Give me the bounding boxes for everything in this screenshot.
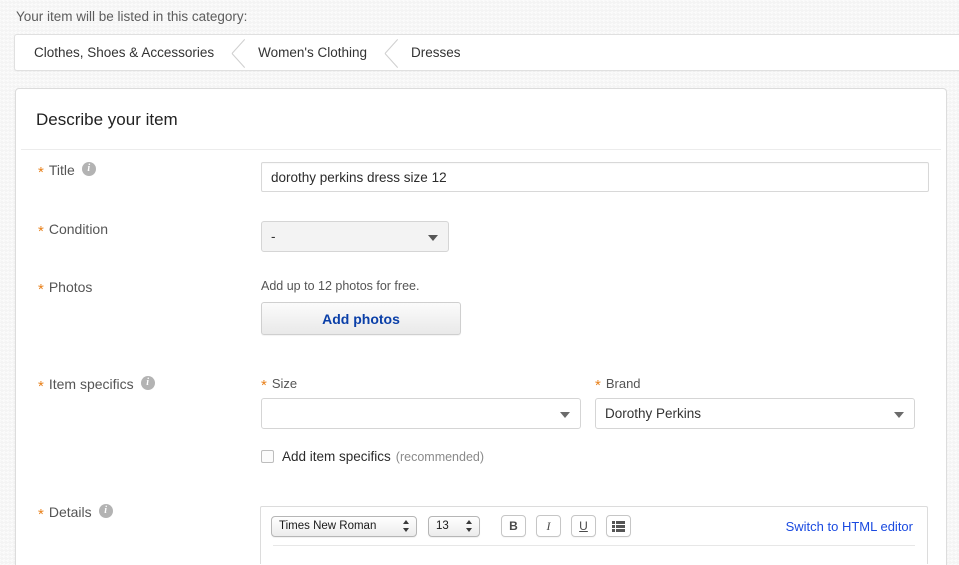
breadcrumb-label: Dresses <box>410 45 461 60</box>
font-size-value: 13 <box>436 520 449 532</box>
chevron-right-icon <box>381 35 411 70</box>
condition-selected-value: - <box>271 229 276 244</box>
chevron-down-icon <box>560 411 570 418</box>
size-field: * Size <box>261 376 581 429</box>
size-label: * Size <box>261 376 298 394</box>
brand-label-text: Brand <box>605 376 641 391</box>
font-family-select[interactable]: Times New Roman <box>271 515 417 537</box>
brand-field: * Brand Dorothy Perkins <box>595 376 915 429</box>
item-specifics-label: * Item specifics i <box>38 376 155 395</box>
title-input[interactable] <box>261 162 929 192</box>
condition-label: * Condition <box>38 221 108 240</box>
editor-toolbar: Times New Roman 13 B I U Switch to HTML … <box>261 507 927 545</box>
category-note: Your item will be listed in this categor… <box>16 9 248 24</box>
bulleted-list-button[interactable] <box>606 515 631 537</box>
field-row-photos: * Photos Add up to 12 photos for free. A… <box>16 279 946 335</box>
brand-label: * Brand <box>595 376 641 394</box>
chevron-down-icon <box>894 411 904 418</box>
details-label-col: * Details i <box>16 504 261 523</box>
bulleted-list-icon <box>612 520 625 532</box>
item-specifics-label-text: Item specifics <box>48 376 134 392</box>
add-photos-button[interactable]: Add photos <box>261 302 461 335</box>
field-row-title: * Title i <box>16 162 946 192</box>
title-label: * Title i <box>38 162 96 181</box>
breadcrumb: Clothes, Shoes & Accessories Women's Clo… <box>14 34 959 71</box>
breadcrumb-item-0[interactable]: Clothes, Shoes & Accessories <box>15 35 228 70</box>
title-input-col <box>261 162 929 192</box>
required-asterisk: * <box>38 377 44 395</box>
condition-label-col: * Condition <box>16 221 261 252</box>
condition-select[interactable]: - <box>261 221 449 252</box>
brand-selected-value: Dorothy Perkins <box>605 406 702 421</box>
switch-to-html-editor-link[interactable]: Switch to HTML editor <box>786 519 913 534</box>
title-label-text: Title <box>48 162 75 178</box>
breadcrumb-item-1[interactable]: Women's Clothing <box>258 35 381 70</box>
photos-label: * Photos <box>38 279 93 298</box>
stepper-arrows-icon <box>403 519 410 533</box>
stepper-arrows-icon <box>466 519 473 533</box>
bold-button[interactable]: B <box>501 515 526 537</box>
breadcrumb-label: Women's Clothing <box>258 45 367 60</box>
font-family-value: Times New Roman <box>279 520 377 532</box>
title-divider <box>21 149 941 150</box>
underline-button[interactable]: U <box>571 515 596 537</box>
chevron-down-icon <box>428 234 438 241</box>
photos-label-col: * Photos <box>16 279 261 335</box>
condition-label-text: Condition <box>48 221 108 237</box>
size-label-text: Size <box>271 376 298 391</box>
details-editor: Times New Roman 13 B I U Switch to HTML … <box>260 506 928 564</box>
add-item-specifics-checkbox[interactable] <box>261 450 274 463</box>
brand-select[interactable]: Dorothy Perkins <box>595 398 915 429</box>
italic-button[interactable]: I <box>536 515 561 537</box>
size-select[interactable] <box>261 398 581 429</box>
breadcrumb-label: Clothes, Shoes & Accessories <box>34 45 215 60</box>
item-specifics-controls: * Size * Brand Dorothy Perkins Add item … <box>261 376 915 464</box>
required-asterisk: * <box>595 377 601 394</box>
toolbar-divider <box>273 545 915 546</box>
photos-note: Add up to 12 photos for free. <box>261 279 420 293</box>
photos-control-col: Add up to 12 photos for free. Add photos <box>261 279 461 335</box>
info-icon[interactable]: i <box>98 504 113 518</box>
breadcrumb-item-2[interactable]: Dresses <box>411 35 475 70</box>
title-label-col: * Title i <box>16 162 261 192</box>
add-item-specifics-label: Add item specifics <box>282 449 391 464</box>
describe-item-card: Describe your item * Title i * Condition… <box>15 88 947 565</box>
required-asterisk: * <box>38 280 44 298</box>
required-asterisk: * <box>38 222 44 240</box>
field-row-condition: * Condition - <box>16 221 946 252</box>
page-title: Describe your item <box>36 110 178 129</box>
item-specifics-selects: * Size * Brand Dorothy Perkins <box>261 376 915 429</box>
add-item-specifics-row[interactable]: Add item specifics (recommended) <box>261 449 915 464</box>
required-asterisk: * <box>38 163 44 181</box>
item-specifics-label-col: * Item specifics i <box>16 376 261 464</box>
info-icon[interactable]: i <box>140 376 155 390</box>
required-asterisk: * <box>261 377 267 394</box>
details-label-text: Details <box>48 504 92 520</box>
required-asterisk: * <box>38 505 44 523</box>
font-size-select[interactable]: 13 <box>428 515 480 537</box>
info-icon[interactable]: i <box>81 162 96 176</box>
add-item-specifics-hint: (recommended) <box>395 449 485 464</box>
condition-select-col: - <box>261 221 449 252</box>
chevron-right-icon <box>228 35 258 70</box>
photos-label-text: Photos <box>48 279 93 295</box>
field-row-item-specifics: * Item specifics i * Size * Brand Doroth… <box>16 376 946 464</box>
details-label: * Details i <box>38 504 113 523</box>
